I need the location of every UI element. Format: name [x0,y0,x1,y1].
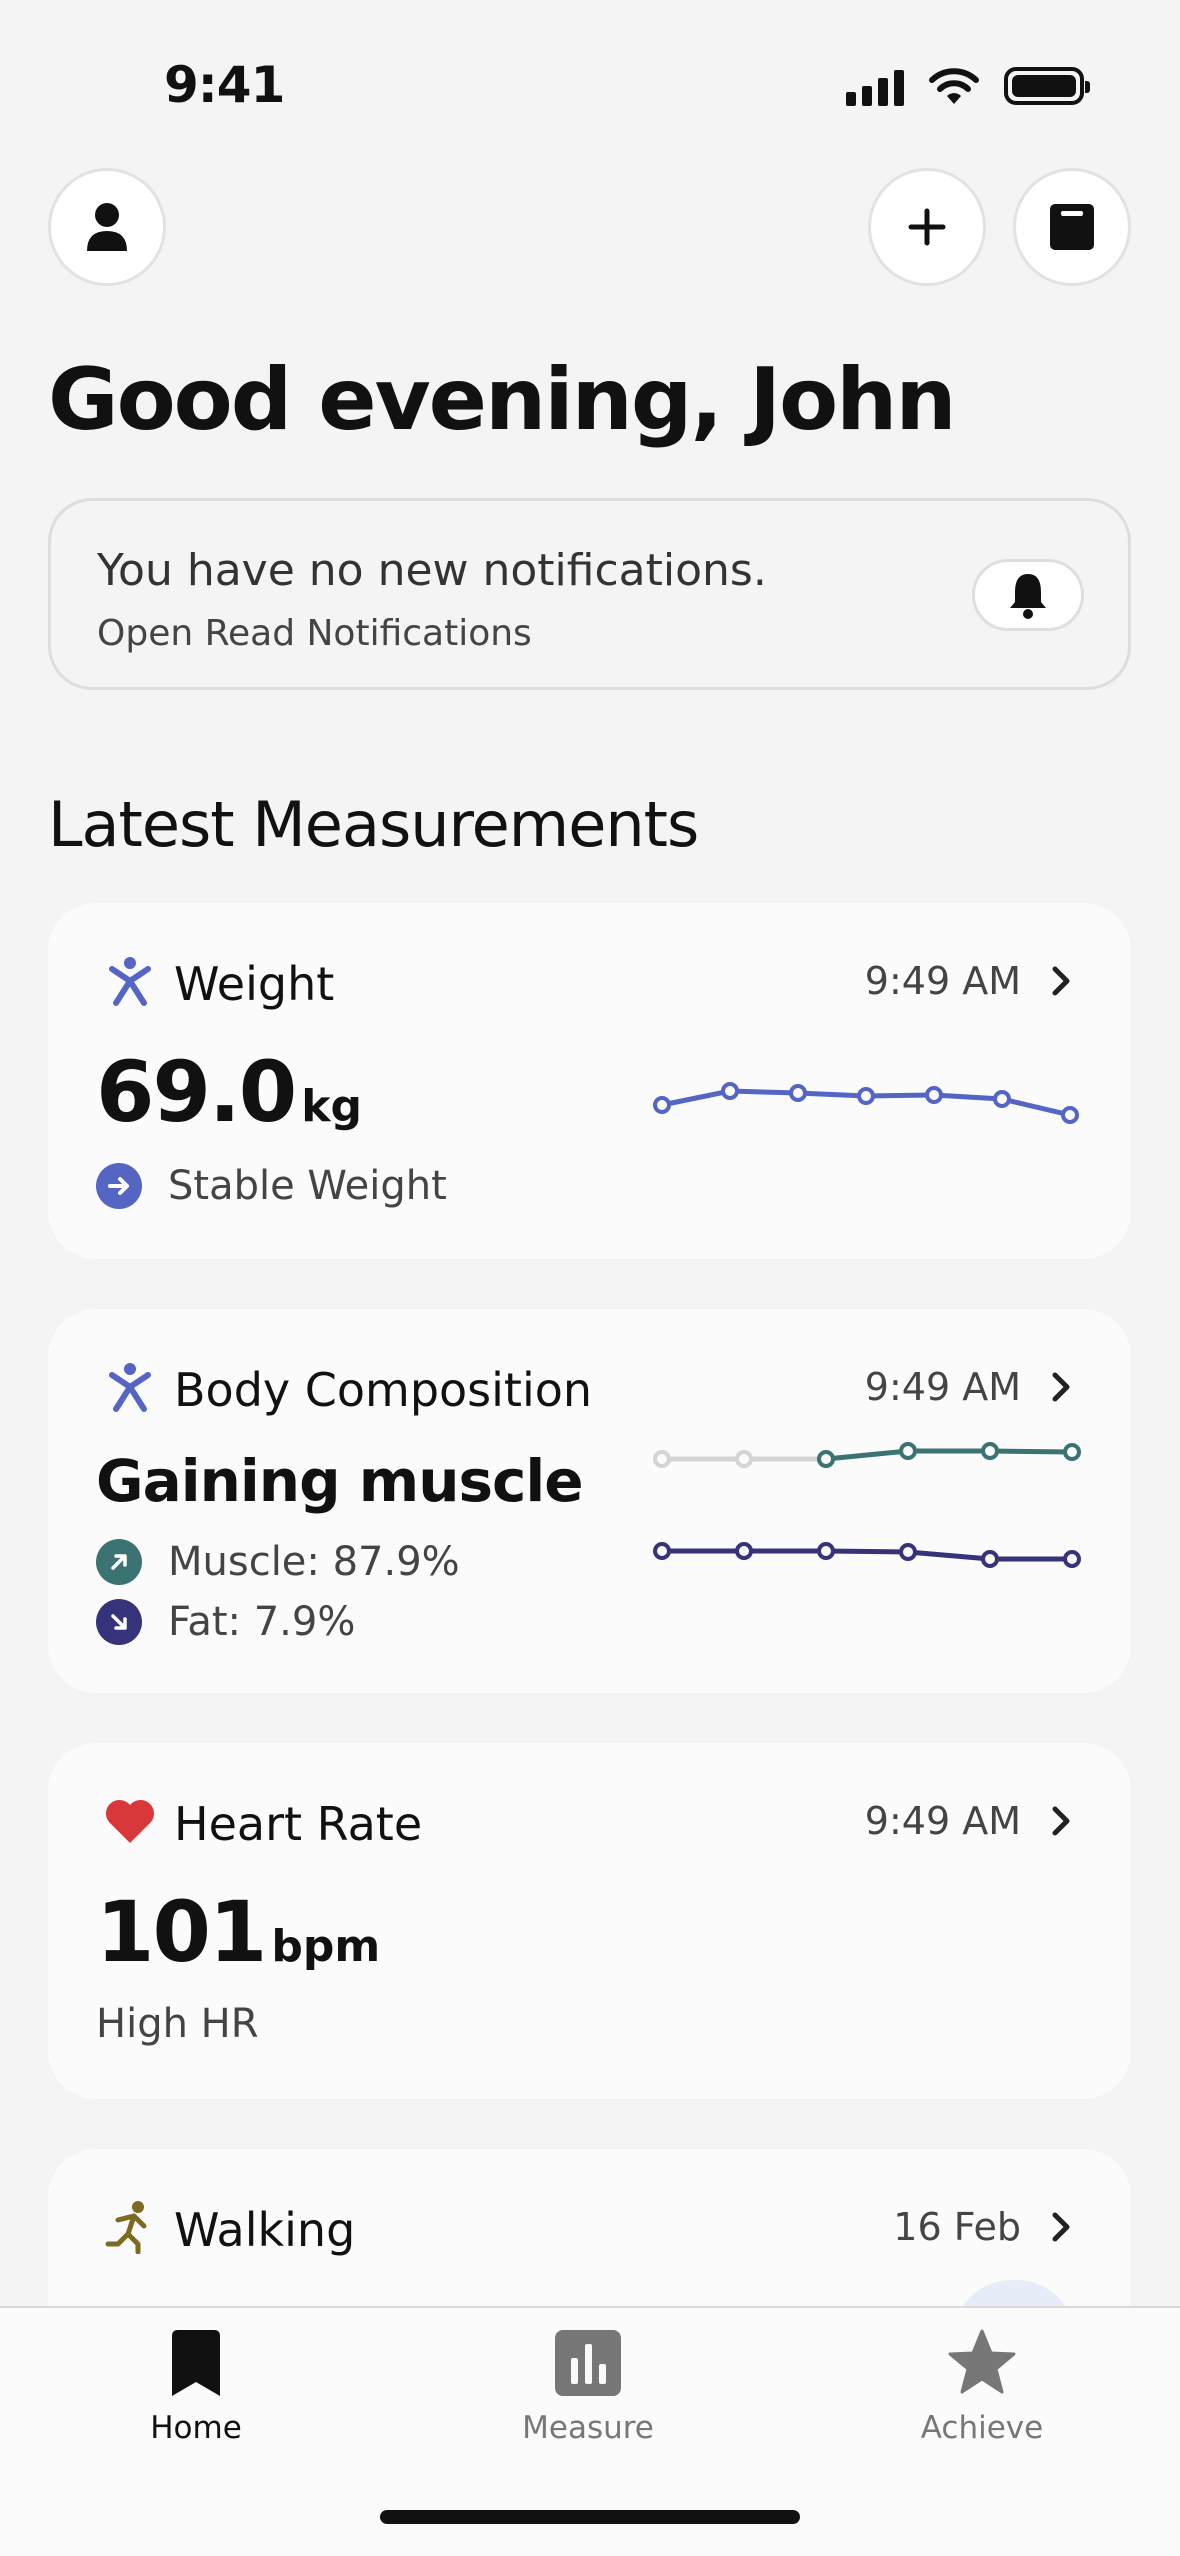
heart-rate-value: 101 bpm [96,1883,380,1981]
tab-measure[interactable]: Measure [478,2328,698,2446]
bell-icon [1010,574,1046,619]
walking-icon [104,2201,156,2254]
tab-home[interactable]: Home [86,2328,306,2446]
arrow-right-icon [96,1163,142,1209]
chevron-right-icon [1052,1372,1070,1402]
star-icon [948,2329,1016,2394]
body-headline: Gaining muscle [96,1447,584,1515]
weight-unit: kg [301,1081,363,1132]
signal-icon [846,66,904,106]
body-composition-trend-chart [653,1442,1081,1568]
weight-trend-chart [653,1082,1079,1124]
tab-label: Measure [522,2410,654,2446]
chevron-right-icon [1052,1806,1070,1836]
heart-rate-card[interactable]: Heart Rate 9:49 AM 101 bpm High HR [48,1743,1131,2099]
weight-number: 69.0 [96,1043,297,1141]
device-icon [1050,204,1094,250]
chevron-right-icon [1052,966,1070,996]
weight-status: Stable Weight [168,1163,447,1209]
card-time: 9:49 AM [864,1799,1021,1843]
card-time: 9:49 AM [864,1365,1021,1409]
bar-chart-icon [555,2330,621,2396]
muscle-value: Muscle: 87.9% [168,1539,460,1585]
notification-card[interactable]: You have no new notifications. Open Read… [48,498,1131,690]
card-title: Body Composition [174,1363,593,1417]
plus-icon [908,208,946,246]
notification-title: You have no new notifications. [97,545,767,596]
fat-value: Fat: 7.9% [168,1599,356,1645]
card-date: 16 Feb [893,2205,1021,2249]
wifi-icon [929,68,979,104]
tab-achieve[interactable]: Achieve [872,2328,1092,2446]
device-button[interactable] [1013,168,1131,286]
weight-status-row: Stable Weight [96,1163,447,1209]
add-button[interactable] [868,168,986,286]
muscle-row: Muscle: 87.9% [96,1539,460,1585]
arrow-up-right-icon [96,1539,142,1585]
status-time: 9:41 [164,56,285,114]
profile-button[interactable] [48,168,166,286]
body-figure-icon [104,1361,156,1413]
chevron-right-icon [1052,2212,1070,2242]
battery-icon [1004,67,1090,105]
weight-card[interactable]: Weight 9:49 AM 69.0 kg Stable Weight [48,903,1131,1259]
card-title: Heart Rate [174,1797,423,1851]
fat-row: Fat: 7.9% [96,1599,355,1645]
tab-label: Home [150,2410,242,2446]
card-time: 9:49 AM [864,959,1021,1003]
home-indicator [380,2510,800,2524]
bookmark-icon [172,2330,220,2396]
tab-label: Achieve [920,2410,1044,2446]
heart-icon [104,1795,156,1847]
status-icons [846,66,1090,106]
open-read-notifications-link[interactable]: Open Read Notifications [97,613,532,654]
body-figure-icon [104,955,156,1007]
greeting-title: Good evening, John [48,350,957,450]
heart-rate-unit: bpm [271,1921,381,1972]
card-title: Weight [174,957,335,1011]
weight-value: 69.0 kg [96,1043,362,1141]
heart-rate-number: 101 [96,1883,267,1981]
card-title: Walking [174,2203,356,2257]
notifications-bell-button[interactable] [972,559,1084,631]
section-title: Latest Measurements [48,788,699,861]
heart-rate-status: High HR [96,2001,259,2047]
person-icon [87,203,127,251]
body-composition-card[interactable]: Body Composition 9:49 AM Gaining muscle … [48,1309,1131,1693]
arrow-down-right-icon [96,1599,142,1645]
